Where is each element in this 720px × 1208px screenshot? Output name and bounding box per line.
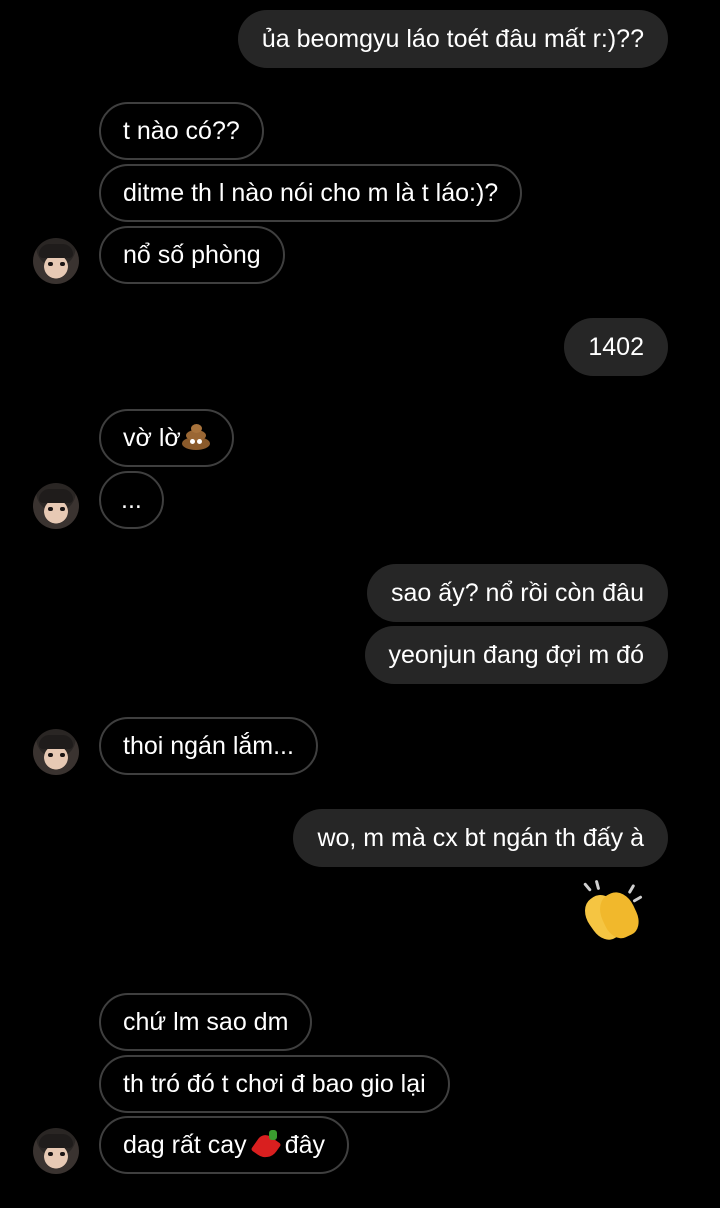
avatar[interactable]	[33, 483, 79, 529]
message-row-incoming: nổ số phòng	[99, 226, 285, 284]
message-row-incoming: vờ lờ	[99, 409, 234, 467]
message-row-outgoing: yeonjun đang đợi m đó	[364, 626, 668, 684]
incoming-message[interactable]: vờ lờ	[99, 409, 234, 467]
chat-thread: ủa beomgyu láo toét đâu mất r:)?? t nào …	[0, 0, 720, 1208]
incoming-message[interactable]: dag rất cay đây	[99, 1116, 349, 1174]
message-row-outgoing: sao ấy? nổ rồi còn đâu	[367, 564, 668, 622]
outgoing-message[interactable]: wo, m mà cx bt ngán th đấy à	[293, 809, 668, 867]
incoming-message[interactable]: ditme th l nào nói cho m là t láo:)?	[99, 164, 523, 222]
incoming-message[interactable]: ...	[99, 471, 164, 529]
avatar[interactable]	[33, 1128, 79, 1174]
outgoing-message[interactable]: 1402	[564, 318, 668, 376]
incoming-message[interactable]: t nào có??	[99, 102, 264, 160]
outgoing-message[interactable]: sao ấy? nổ rồi còn đâu	[367, 564, 668, 622]
message-text: vờ lờ	[123, 424, 181, 452]
message-row-outgoing: wo, m mà cx bt ngán th đấy à	[293, 809, 668, 867]
hot-pepper-icon	[250, 1130, 282, 1163]
pile-of-poo-icon	[181, 424, 210, 450]
message-row-incoming: ditme th l nào nói cho m là t láo:)?	[99, 164, 523, 222]
incoming-message[interactable]: th tró đó t chơi đ bao gio lại	[99, 1055, 450, 1113]
message-row-incoming: dag rất cay đây	[99, 1116, 349, 1174]
outgoing-message[interactable]: ủa beomgyu láo toét đâu mất r:)??	[237, 10, 668, 68]
avatar[interactable]	[33, 238, 79, 284]
message-row-outgoing: 1402	[564, 318, 668, 376]
message-row-incoming: th tró đó t chơi đ bao gio lại	[99, 1055, 450, 1113]
incoming-message[interactable]: nổ số phòng	[99, 226, 285, 284]
avatar[interactable]	[33, 729, 79, 775]
incoming-message[interactable]: chứ lm sao dm	[99, 993, 313, 1051]
message-row-outgoing: ủa beomgyu láo toét đâu mất r:)??	[237, 10, 668, 68]
message-row-incoming: thoi ngán lắm...	[99, 717, 318, 775]
message-text-after: đây	[284, 1131, 325, 1159]
message-row-incoming: chứ lm sao dm	[99, 993, 313, 1051]
message-text: dag rất cay	[123, 1131, 247, 1159]
clapping-hands-icon[interactable]	[577, 879, 646, 948]
incoming-message[interactable]: thoi ngán lắm...	[99, 717, 318, 775]
outgoing-message[interactable]: yeonjun đang đợi m đó	[364, 626, 668, 684]
message-row-incoming: t nào có??	[99, 102, 264, 160]
message-row-incoming: ...	[99, 471, 164, 529]
